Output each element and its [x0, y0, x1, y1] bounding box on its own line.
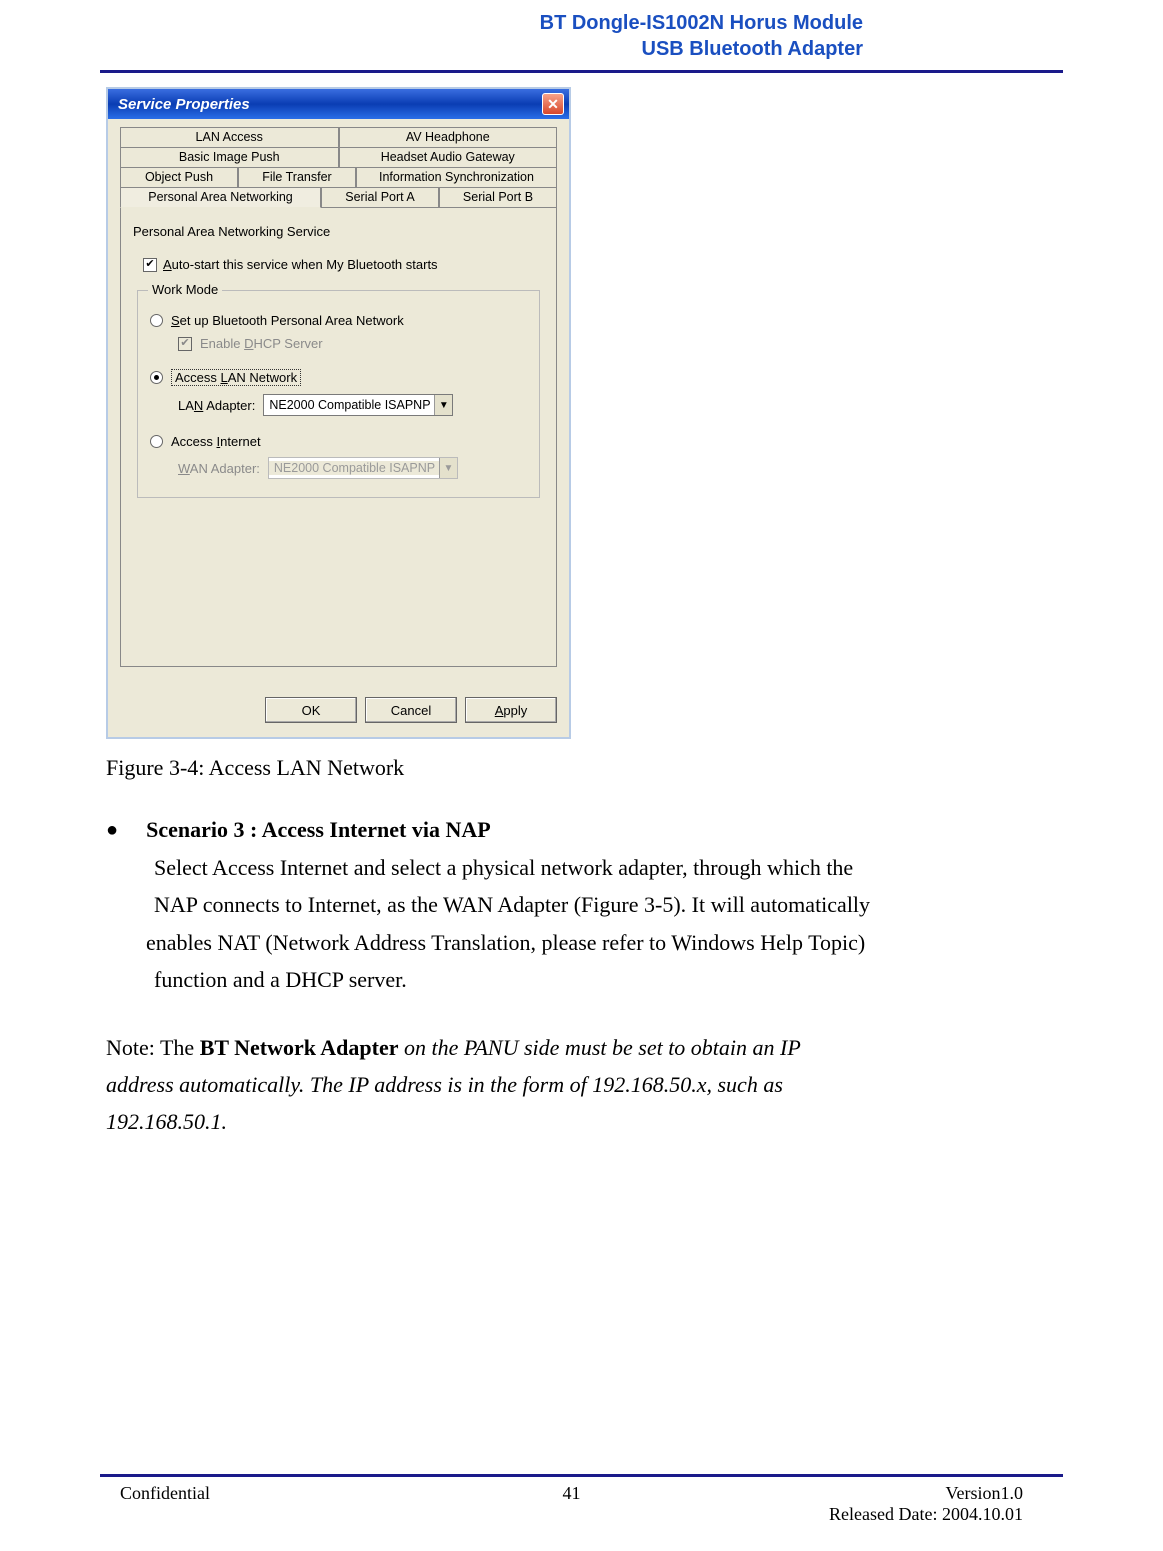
- doc-header-line1: BT Dongle-IS1002N Horus Module: [100, 10, 863, 36]
- dhcp-label: Enable DHCP Server: [200, 336, 323, 351]
- ok-button[interactable]: OK: [265, 697, 357, 723]
- wan-adapter-value: NE2000 Compatible ISAPNP E: [269, 461, 439, 475]
- note-italic2: address automatically. The IP address is…: [106, 1066, 1063, 1103]
- scenario-line2: NAP connects to Internet, as the WAN Ada…: [154, 886, 1063, 923]
- workmode-legend: Work Mode: [148, 282, 222, 297]
- dialog-buttons: OK Cancel Apply: [108, 685, 569, 737]
- footer-version: Version1.0: [612, 1483, 1024, 1504]
- radio-access-internet-label: Access Internet: [171, 434, 261, 449]
- tab-panel: Personal Area Networking Service ✔ Auto-…: [120, 207, 557, 667]
- tab-av-headphone[interactable]: AV Headphone: [339, 127, 558, 147]
- tab-basic-image-push[interactable]: Basic Image Push: [120, 147, 339, 167]
- radio-setup-pan[interactable]: [150, 314, 163, 327]
- chevron-down-icon: ▼: [434, 395, 452, 415]
- lan-adapter-label: LAN Adapter:: [178, 398, 255, 413]
- tab-object-push[interactable]: Object Push: [120, 167, 238, 187]
- note-prefix: Note: The: [106, 1035, 200, 1060]
- service-properties-dialog: Service Properties ✕ LAN Access AV Headp…: [106, 87, 571, 739]
- tab-serial-port-a[interactable]: Serial Port A: [321, 187, 439, 207]
- doc-header-line2: USB Bluetooth Adapter: [100, 36, 863, 62]
- note-bold: BT Network Adapter: [200, 1035, 399, 1060]
- tab-lan-access[interactable]: LAN Access: [120, 127, 339, 147]
- scenario-line3: enables NAT (Network Address Translation…: [146, 924, 1063, 961]
- wan-adapter-dropdown: NE2000 Compatible ISAPNP E ▼: [268, 457, 458, 479]
- scenario-block: ● Scenario 3 : Access Internet via NAP S…: [106, 811, 1063, 999]
- footer-date: Released Date: 2004.10.01: [612, 1504, 1024, 1525]
- autostart-row: ✔ Auto-start this service when My Blueto…: [143, 257, 544, 272]
- tab-info-sync[interactable]: Information Synchronization: [356, 167, 557, 187]
- tab-serial-port-b[interactable]: Serial Port B: [439, 187, 557, 207]
- radio-access-lan-row: Access LAN Network: [150, 369, 527, 386]
- lan-adapter-row: LAN Adapter: NE2000 Compatible ISAPNP E …: [178, 394, 527, 416]
- scenario-line4: function and a DHCP server.: [154, 961, 1063, 998]
- chevron-down-icon: ▼: [439, 458, 457, 478]
- radio-access-lan-label: Access LAN Network: [171, 369, 301, 386]
- lan-adapter-value: NE2000 Compatible ISAPNP E: [264, 398, 434, 412]
- footer-right: Version1.0 Released Date: 2004.10.01: [612, 1483, 1064, 1525]
- tab-personal-area-networking[interactable]: Personal Area Networking: [120, 187, 321, 208]
- note-block: Note: The BT Network Adapter on the PANU…: [106, 1029, 1063, 1141]
- apply-button[interactable]: Apply: [465, 697, 557, 723]
- footer-page-number: 41: [532, 1483, 612, 1525]
- autostart-label: Auto-start this service when My Bluetoot…: [163, 257, 438, 272]
- close-icon: ✕: [547, 96, 559, 113]
- radio-access-internet-row: Access Internet: [150, 434, 527, 449]
- footer-left: Confidential: [100, 1483, 532, 1525]
- bullet-icon: ●: [106, 811, 118, 849]
- radio-access-internet[interactable]: [150, 435, 163, 448]
- tab-file-transfer[interactable]: File Transfer: [238, 167, 356, 187]
- tabs: LAN Access AV Headphone Basic Image Push…: [120, 127, 557, 667]
- cancel-button[interactable]: Cancel: [365, 697, 457, 723]
- wan-adapter-row: WAN Adapter: NE2000 Compatible ISAPNP E …: [178, 457, 527, 479]
- dialog-title: Service Properties: [118, 96, 250, 113]
- close-button[interactable]: ✕: [542, 93, 564, 115]
- radio-access-lan[interactable]: [150, 371, 163, 384]
- note-italic3: 192.168.50.1.: [106, 1103, 1063, 1140]
- footer-rule: [100, 1474, 1063, 1477]
- lan-adapter-dropdown[interactable]: NE2000 Compatible ISAPNP E ▼: [263, 394, 453, 416]
- autostart-checkbox[interactable]: ✔: [143, 258, 157, 272]
- header-rule: [100, 70, 1063, 73]
- page-footer: Confidential 41 Version1.0 Released Date…: [100, 1474, 1063, 1525]
- dhcp-checkbox: ✔: [178, 337, 192, 351]
- note-italic1: on the PANU side must be set to obtain a…: [399, 1035, 801, 1060]
- service-title: Personal Area Networking Service: [133, 224, 544, 239]
- scenario-title: Scenario 3 : Access Internet via NAP: [146, 811, 491, 848]
- dialog-titlebar: Service Properties ✕: [108, 89, 569, 119]
- figure-caption: Figure 3-4: Access LAN Network: [106, 755, 1063, 781]
- doc-header: BT Dongle-IS1002N Horus Module USB Bluet…: [100, 10, 1063, 62]
- workmode-fieldset: Work Mode Set up Bluetooth Personal Area…: [137, 290, 540, 498]
- radio-setup-pan-row: Set up Bluetooth Personal Area Network: [150, 313, 527, 328]
- scenario-line1: Select Access Internet and select a phys…: [154, 849, 1063, 886]
- wan-adapter-label: WAN Adapter:: [178, 461, 260, 476]
- tab-headset-audio-gateway[interactable]: Headset Audio Gateway: [339, 147, 558, 167]
- dhcp-row: ✔ Enable DHCP Server: [178, 336, 527, 351]
- radio-setup-pan-label: Set up Bluetooth Personal Area Network: [171, 313, 404, 328]
